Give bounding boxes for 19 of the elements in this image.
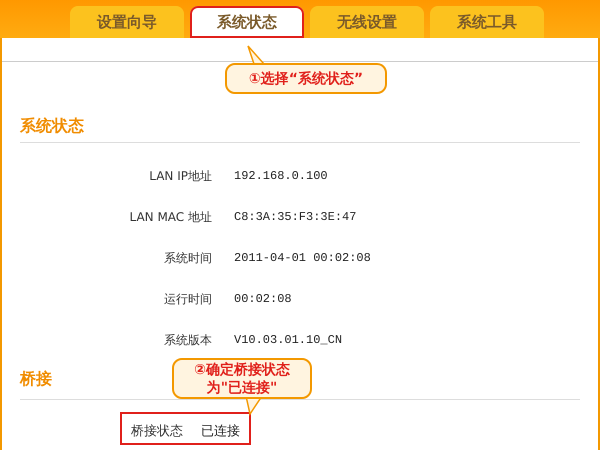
field-label: 系统版本 (163, 332, 212, 348)
field-label: LAN IP地址 (148, 168, 212, 184)
tab[interactable]: 系统状态 (190, 6, 304, 38)
tab[interactable]: 无线设置 (310, 6, 424, 38)
field-label: 系统时间 (163, 250, 212, 266)
field-value: 2011-04-01 00:02:08 (234, 250, 371, 266)
field-value: 00:02:08 (234, 290, 292, 308)
section-title: 桥接 (20, 368, 52, 390)
field-label: 桥接状态 (131, 422, 183, 441)
tab[interactable]: 设置向导 (70, 6, 184, 38)
tab[interactable]: 系统工具 (430, 6, 544, 38)
field-value: C8:3A:35:F3:3E:47 (234, 208, 356, 226)
field-label: 运行时间 (163, 290, 212, 308)
field-value: V10.03.01.10_CN (234, 332, 342, 348)
field-label: LAN MAC 地址 (128, 208, 212, 226)
section-title: 系统状态 (20, 115, 84, 137)
field-value: 192.168.0.100 (234, 168, 328, 184)
field-value: 已连接 (201, 422, 240, 441)
callout: ②确定桥接状态 为"已连接" (172, 358, 312, 399)
